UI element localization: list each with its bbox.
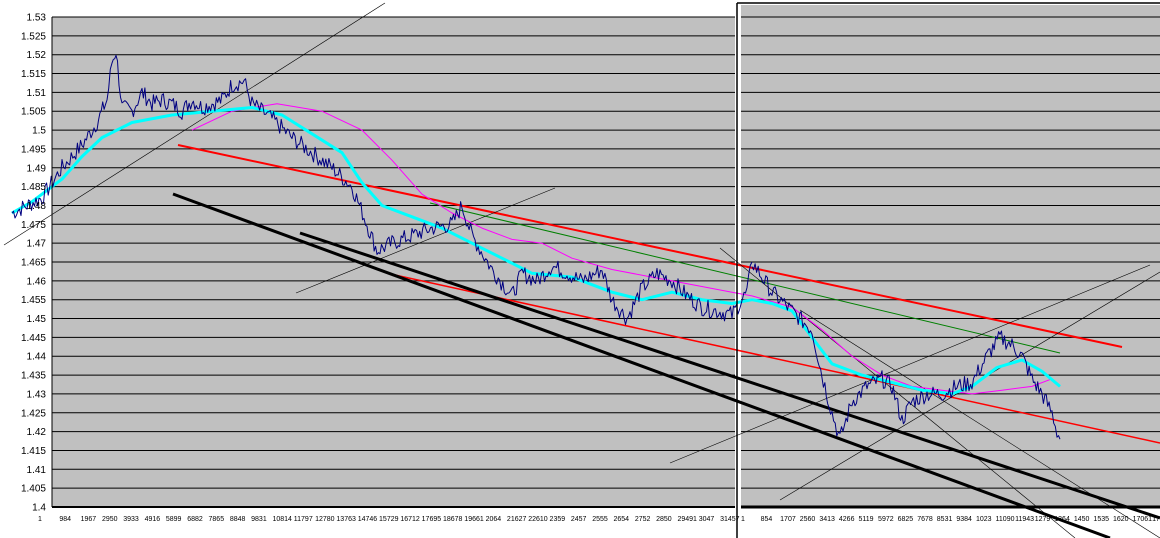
y-tick-label: 1.53 bbox=[27, 13, 47, 24]
x-tick-label: 11943 bbox=[1015, 516, 1034, 523]
y-tick-label: 1.47 bbox=[27, 239, 47, 250]
y-tick-label: 1.465 bbox=[21, 258, 46, 269]
y-tick-label: 1.495 bbox=[21, 144, 46, 155]
x-tick-label: 1279 bbox=[1035, 516, 1051, 523]
y-tick-label: 1.425 bbox=[21, 408, 46, 419]
x-tick-label: 14746 bbox=[358, 516, 378, 523]
x-tick-label: 2359 bbox=[550, 516, 566, 523]
x-tick-label: 2950 bbox=[102, 516, 118, 523]
x-tick-label: 12780 bbox=[315, 516, 335, 523]
x-tick-label: 8531 bbox=[937, 516, 953, 523]
x-tick-label: 1364 bbox=[1054, 516, 1070, 523]
y-tick-label: 1.45 bbox=[27, 314, 47, 325]
x-tick-label: 6825 bbox=[898, 516, 914, 523]
x-tick-label: 8848 bbox=[230, 516, 246, 523]
y-tick-label: 1.44 bbox=[27, 352, 47, 363]
x-tick-label: 5119 bbox=[858, 516, 873, 523]
x-tick-label: 22610 bbox=[528, 516, 548, 523]
y-tick-label: 1.52 bbox=[27, 50, 47, 61]
y-tick-label: 1.445 bbox=[21, 333, 46, 344]
y-tick-label: 1.515 bbox=[21, 69, 46, 80]
y-tick-label: 1.48 bbox=[27, 201, 47, 212]
x-tick-label: 1450 bbox=[1074, 516, 1090, 523]
x-tick-label: 7678 bbox=[917, 516, 933, 523]
x-tick-label: 7865 bbox=[209, 516, 225, 523]
y-tick-label: 1.485 bbox=[21, 182, 46, 193]
x-tick-label: 6882 bbox=[187, 516, 203, 523]
x-tick-label: 17695 bbox=[422, 516, 442, 523]
x-tick-label: 13763 bbox=[336, 516, 356, 523]
x-tick-label: 4916 bbox=[145, 516, 161, 523]
x-tick-label: 10814 bbox=[272, 516, 292, 523]
x-tick-label: 1 bbox=[741, 516, 745, 523]
y-tick-label: 1.5 bbox=[32, 126, 46, 137]
x-tick-label: 11797 bbox=[294, 516, 313, 523]
x-tick-label: 2064 bbox=[486, 516, 502, 523]
y-tick-label: 1.51 bbox=[27, 88, 47, 99]
x-tick-label: 984 bbox=[59, 516, 71, 523]
x-tick-label: 11090 bbox=[996, 516, 1015, 523]
x-tick-label: 854 bbox=[761, 516, 773, 523]
x-tick-label: 1 bbox=[38, 516, 42, 523]
x-tick-label: 2850 bbox=[656, 516, 672, 523]
x-tick-label: 16712 bbox=[400, 516, 420, 523]
x-tick-label: 2654 bbox=[614, 516, 630, 523]
x-tick-label: 5899 bbox=[166, 516, 182, 523]
x-tick-label: 18678 bbox=[443, 516, 463, 523]
y-tick-label: 1.455 bbox=[21, 295, 46, 306]
y-tick-label: 1.46 bbox=[27, 276, 47, 287]
x-tick-label: 2560 bbox=[800, 516, 816, 523]
x-tick-label: 29491 bbox=[677, 516, 697, 523]
x-tick-label: 1620 bbox=[1113, 516, 1129, 523]
y-tick-label: 1.405 bbox=[21, 484, 46, 495]
y-tick-label: 1.435 bbox=[21, 371, 46, 382]
y-axis-tick-labels: 1.53 1.525 1.52 1.515 1.51 1.505 1.5 1.495 1.49 1… bbox=[21, 13, 46, 514]
x-tick-label: 1535 bbox=[1093, 516, 1109, 523]
x-tick-label: 15729 bbox=[379, 516, 399, 523]
x-tick-label: 2457 bbox=[571, 516, 587, 523]
x-axis-tick-labels: 1 984 1967 2950 3933 4916 5899 6882 7865 8848 9831… bbox=[38, 516, 1160, 523]
x-tick-label: 5972 bbox=[878, 516, 894, 523]
x-tick-label: 1023 bbox=[976, 516, 992, 523]
x-tick-label: 17 bbox=[1152, 516, 1160, 523]
x-tick-label: 1707 bbox=[780, 516, 796, 523]
y-tick-label: 1.42 bbox=[27, 427, 47, 438]
x-tick-label: 9831 bbox=[251, 516, 267, 523]
x-tick-label: 4266 bbox=[839, 516, 855, 523]
x-tick-label: 9384 bbox=[956, 516, 972, 523]
y-tick-label: 1.4 bbox=[32, 503, 46, 514]
y-tick-label: 1.41 bbox=[27, 465, 47, 476]
x-tick-label: 2555 bbox=[592, 516, 608, 523]
x-tick-label: 3047 bbox=[699, 516, 715, 523]
y-tick-label: 1.475 bbox=[21, 220, 46, 231]
y-tick-label: 1.525 bbox=[21, 31, 46, 42]
y-tick-label: 1.415 bbox=[21, 446, 46, 457]
y-tick-label: 1.43 bbox=[27, 389, 47, 400]
x-tick-label: 19661 bbox=[464, 516, 484, 523]
x-tick-label: 3413 bbox=[819, 516, 835, 523]
x-tick-label: 3933 bbox=[123, 516, 139, 523]
x-tick-label: 1967 bbox=[81, 516, 97, 523]
x-tick-label: 31457 bbox=[720, 516, 740, 523]
x-tick-label: 2752 bbox=[635, 516, 651, 523]
x-tick-label: 17061 bbox=[1133, 516, 1153, 523]
y-tick-label: 1.505 bbox=[21, 107, 46, 118]
price-chart: 1.53 1.525 1.52 1.515 1.51 1.505 1.5 1.495 1.49 1… bbox=[3, 2, 1160, 538]
y-tick-label: 1.49 bbox=[27, 163, 47, 174]
x-tick-label: 21627 bbox=[507, 516, 527, 523]
